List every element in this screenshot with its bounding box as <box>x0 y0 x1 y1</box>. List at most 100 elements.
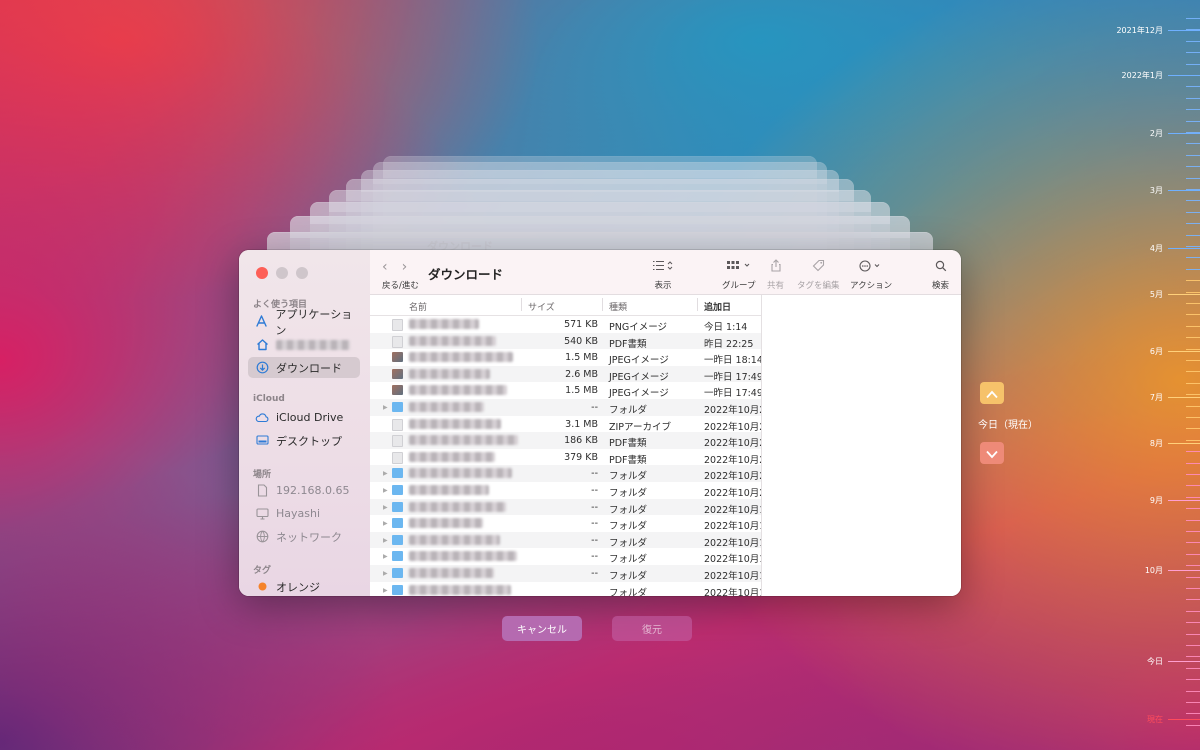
restore-button[interactable]: 復元 <box>612 616 692 641</box>
file-date-added: 昨日 22:25 <box>704 338 754 350</box>
timeline-tick <box>1186 724 1200 726</box>
table-row[interactable]: 571 KB PNGイメージ 今日 1:14 <box>370 316 761 333</box>
cancel-button[interactable]: キャンセル <box>502 616 582 641</box>
timeline-label[interactable]: 現在 <box>1147 714 1163 725</box>
view-button[interactable]: 表示 <box>652 258 674 291</box>
file-kind: フォルダ <box>609 554 648 566</box>
minimize-button[interactable] <box>276 267 288 279</box>
table-row[interactable]: 1.5 MB JPEGイメージ 一昨日 18:14 <box>370 349 761 366</box>
table-row[interactable]: ▶ -- フォルダ 2022年10月1 <box>370 498 761 516</box>
disclosure-icon[interactable]: ▶ <box>383 470 388 477</box>
timeline-label[interactable]: 9月 <box>1150 495 1163 506</box>
file-kind: JPEGイメージ <box>609 371 669 383</box>
disclosure-icon[interactable]: ▶ <box>383 553 388 560</box>
column-size[interactable]: サイズ <box>528 300 555 313</box>
timeline-tick <box>1186 599 1200 601</box>
tag-dot-icon <box>254 579 270 595</box>
disclosure-icon[interactable]: ▶ <box>383 537 388 544</box>
disclosure-icon[interactable]: ▶ <box>383 404 388 411</box>
finder-window[interactable]: よく使う項目 アプリケーション ダウンロード iCloud iCloud Dri… <box>239 250 961 596</box>
disclosure-icon[interactable]: ▶ <box>383 570 388 577</box>
column-kind[interactable]: 種類 <box>609 300 627 313</box>
sidebar: よく使う項目 アプリケーション ダウンロード iCloud iCloud Dri… <box>239 250 370 596</box>
current-snapshot-label: 今日（現在） <box>978 420 1038 431</box>
action-button[interactable]: アクション <box>850 258 892 291</box>
file-date-added: 2022年10月2 <box>704 405 761 416</box>
disclosure-icon[interactable]: ▶ <box>383 520 388 527</box>
close-button[interactable] <box>256 267 268 279</box>
next-snapshot-button[interactable] <box>980 442 1004 464</box>
sidebar-item-label: Hayashi <box>276 507 321 520</box>
table-row[interactable]: 379 KB PDF書類 2022年10月2 <box>370 449 761 466</box>
timeline-tick <box>1186 485 1200 487</box>
timeline-tick <box>1186 120 1200 122</box>
sidebar-item-hayashi[interactable]: Hayashi <box>248 503 360 524</box>
table-row[interactable]: ▶ -- フォルダ 2022年10月1 <box>370 548 761 565</box>
timeline-label[interactable]: 7月 <box>1150 392 1163 403</box>
timeline-label[interactable]: 5月 <box>1150 289 1163 300</box>
group-button[interactable]: グループ <box>722 258 756 291</box>
table-row[interactable]: 186 KB PDF書類 2022年10月2 <box>370 432 761 449</box>
file-date-added: 2022年10月2 <box>704 421 761 433</box>
file-size: 1.5 MB <box>565 385 598 397</box>
timeline-label[interactable]: 10月 <box>1145 565 1163 576</box>
timeline-label[interactable]: 6月 <box>1150 346 1163 357</box>
table-row[interactable]: ▶ -- フォルダ 2022年10月1 <box>370 515 761 532</box>
disclosure-icon[interactable]: ▶ <box>383 587 388 594</box>
sidebar-item-icloud-drive[interactable]: iCloud Drive <box>248 407 360 428</box>
document-icon <box>392 435 403 448</box>
timeline-tick <box>1186 291 1200 293</box>
table-row[interactable]: ▶ -- フォルダ 2022年10月1 <box>370 565 761 582</box>
edit-tags-button[interactable]: タグを編集 <box>797 258 840 291</box>
table-row[interactable]: 2.6 MB JPEGイメージ 一昨日 17:49 <box>370 365 761 383</box>
timeline-tick <box>1186 508 1200 510</box>
timeline-label[interactable]: 4月 <box>1150 243 1163 254</box>
sidebar-item-label: iCloud Drive <box>276 411 344 424</box>
zoom-button[interactable] <box>296 267 308 279</box>
file-list[interactable]: 名前 サイズ 種類 追加日 571 KB PNGイメージ 今日 1:14 540 KB… <box>370 295 761 596</box>
back-chevron-icon[interactable]: ‹ <box>382 259 388 275</box>
disclosure-icon[interactable]: ▶ <box>383 504 388 511</box>
table-row[interactable]: ▶ フォルダ 2022年10月1 <box>370 582 761 596</box>
sidebar-item-server[interactable]: 192.168.0.65 <box>248 480 360 501</box>
timeline-label[interactable]: 2021年12月 <box>1116 25 1163 36</box>
file-size: -- <box>591 518 598 530</box>
sidebar-item-desktop[interactable]: デスクトップ <box>248 430 360 451</box>
document-icon <box>392 335 403 348</box>
timeline-label[interactable]: 8月 <box>1150 438 1163 449</box>
table-row[interactable]: 3.1 MB ZIPアーカイブ 2022年10月2 <box>370 416 761 433</box>
timeline-label[interactable]: 今日 <box>1147 656 1163 667</box>
file-kind: ZIPアーカイブ <box>609 421 671 433</box>
table-row[interactable]: ▶ -- フォルダ 2022年10月1 <box>370 531 761 549</box>
timeline-tick <box>1186 200 1200 202</box>
window-title: ダウンロード <box>428 267 504 282</box>
sidebar-item-tag-orange[interactable]: オレンジ <box>248 576 360 596</box>
table-row[interactable]: ▶ -- フォルダ 2022年10月2 <box>370 399 761 416</box>
timeline-label[interactable]: 2月 <box>1150 128 1163 139</box>
table-row[interactable]: ▶ -- フォルダ 2022年10月2 <box>370 482 761 499</box>
disclosure-icon[interactable]: ▶ <box>383 487 388 494</box>
timeline-label[interactable]: 3月 <box>1150 185 1163 196</box>
file-kind: フォルダ <box>609 537 648 549</box>
sidebar-item-applications[interactable]: アプリケーション <box>248 308 360 337</box>
column-date-added[interactable]: 追加日 <box>704 300 731 313</box>
share-button[interactable]: 共有 <box>767 258 784 291</box>
timeline-tick <box>1186 713 1200 715</box>
column-name[interactable]: 名前 <box>409 300 427 313</box>
timeline-tick <box>1186 531 1200 532</box>
folder-icon <box>392 402 403 412</box>
timeline-tick <box>1186 542 1200 544</box>
sidebar-item-downloads[interactable]: ダウンロード <box>248 357 360 378</box>
search-button[interactable]: 検索 <box>932 258 949 291</box>
table-row[interactable]: 540 KB PDF書類 昨日 22:25 <box>370 332 761 350</box>
table-row[interactable]: 1.5 MB JPEGイメージ 一昨日 17:49 <box>370 382 761 399</box>
table-row[interactable]: ▶ -- フォルダ 2022年10月2 <box>370 465 761 482</box>
timeline-major-tick <box>1168 294 1200 295</box>
sidebar-item-network[interactable]: ネットワーク <box>248 526 360 547</box>
timeline-label[interactable]: 2022年1月 <box>1122 70 1163 81</box>
previous-snapshot-button[interactable] <box>980 382 1004 404</box>
redacted-filename <box>409 451 495 462</box>
forward-chevron-icon[interactable]: › <box>402 259 408 275</box>
file-size: -- <box>591 534 598 546</box>
sidebar-item-home[interactable] <box>248 334 360 355</box>
